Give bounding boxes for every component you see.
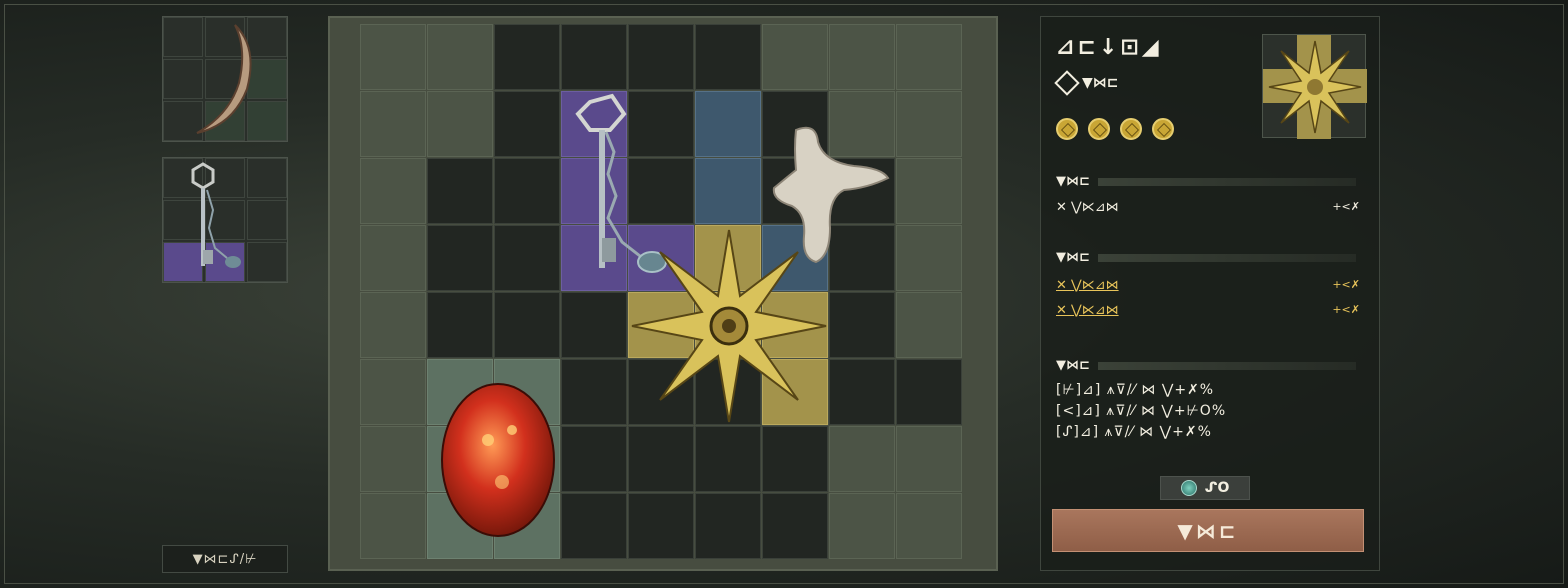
grid-cell[interactable] bbox=[829, 292, 895, 358]
bonus-line: [ᔑ]⊿] ⩚⊽/⁄ ⋈ ⋁+✗% bbox=[1056, 424, 1212, 440]
stash-tab[interactable]: ▼⋈⊏ᔑ/⊬ bbox=[162, 545, 288, 573]
grid-cell[interactable] bbox=[561, 426, 627, 492]
grid-cell[interactable] bbox=[762, 493, 828, 559]
grid-cell[interactable] bbox=[360, 359, 426, 425]
grid-cell[interactable] bbox=[427, 225, 493, 291]
grid-cell[interactable] bbox=[494, 158, 560, 224]
grid-cell[interactable] bbox=[695, 426, 761, 492]
hourglass-icon bbox=[1054, 70, 1080, 96]
gem-icon bbox=[1180, 480, 1197, 496]
section-header: ▼⋈⊏ bbox=[1056, 250, 1356, 265]
section-header: ▼⋈⊏ bbox=[1056, 174, 1356, 189]
cost-display: ᔑO bbox=[1160, 476, 1250, 500]
item-preview-sickle[interactable] bbox=[162, 16, 288, 142]
orb-icon[interactable] bbox=[440, 380, 558, 540]
grid-cell[interactable] bbox=[427, 292, 493, 358]
grid-cell[interactable] bbox=[360, 158, 426, 224]
star-relic-icon bbox=[1268, 40, 1362, 134]
item-title: ⊿⊏↓⊡◢ bbox=[1056, 35, 1162, 60]
grid-cell[interactable] bbox=[829, 359, 895, 425]
grid-cell[interactable] bbox=[896, 158, 962, 224]
grid-cell[interactable] bbox=[896, 91, 962, 157]
grid-cell[interactable] bbox=[829, 493, 895, 559]
grid-cell[interactable] bbox=[427, 91, 493, 157]
grid-cell[interactable] bbox=[762, 24, 828, 90]
grid-cell[interactable] bbox=[896, 359, 962, 425]
grid-cell[interactable] bbox=[360, 91, 426, 157]
grid-cell[interactable] bbox=[494, 91, 560, 157]
key-icon bbox=[191, 162, 241, 268]
grid-cell[interactable] bbox=[360, 493, 426, 559]
grid-cell[interactable] bbox=[561, 359, 627, 425]
stat-row[interactable]: ✕ ⋁⋉⊿⋈ +<✗ bbox=[1056, 278, 1360, 293]
coin-icon bbox=[1120, 118, 1142, 140]
stat-row: ✕ ⋁⋉⊿⋈ +<✗ bbox=[1056, 200, 1360, 215]
grid-cell[interactable] bbox=[695, 493, 761, 559]
grid-cell[interactable] bbox=[494, 225, 560, 291]
grid-cell[interactable] bbox=[896, 493, 962, 559]
cost-value: ᔑO bbox=[1204, 480, 1230, 496]
grid-cell[interactable] bbox=[762, 426, 828, 492]
bonus-list: [⊬]⊿] ⩚⊽/⁄ ⋈ ⋁+✗% [<]⊿] ⩚⊽/⁄ ⋈ ⋁+⊬O% [ᔑ]… bbox=[1056, 380, 1226, 443]
rarity-coins bbox=[1056, 118, 1174, 140]
coin-icon bbox=[1152, 118, 1174, 140]
grid-cell[interactable] bbox=[896, 24, 962, 90]
grid-cell[interactable] bbox=[427, 158, 493, 224]
section-header: ▼⋈⊏ bbox=[1056, 358, 1356, 373]
grid-cell[interactable] bbox=[360, 292, 426, 358]
stat-row[interactable]: ✕ ⋁⋉⊿⋈ +<✗ bbox=[1056, 303, 1360, 318]
item-preview-key[interactable] bbox=[162, 157, 288, 283]
grid-cell[interactable] bbox=[360, 24, 426, 90]
grid-cell[interactable] bbox=[829, 426, 895, 492]
item-thumbnail bbox=[1262, 34, 1367, 139]
grid-cell[interactable] bbox=[494, 24, 560, 90]
sickle-icon bbox=[196, 24, 252, 134]
item-subtype: ▼⋈⊏ bbox=[1054, 70, 1119, 96]
grid-cell[interactable] bbox=[628, 426, 694, 492]
grid-cell[interactable] bbox=[494, 292, 560, 358]
grid-cell[interactable] bbox=[695, 24, 761, 90]
item-subtype-label: ▼⋈⊏ bbox=[1082, 75, 1119, 91]
star-relic-icon[interactable] bbox=[628, 226, 830, 426]
grid-cell[interactable] bbox=[829, 24, 895, 90]
coin-icon bbox=[1088, 118, 1110, 140]
grid-cell[interactable] bbox=[561, 24, 627, 90]
grid-cell[interactable] bbox=[360, 225, 426, 291]
bonus-line: [<]⊿] ⩚⊽/⁄ ⋈ ⋁+⊬O% bbox=[1056, 403, 1227, 419]
grid-cell[interactable] bbox=[561, 493, 627, 559]
grid-cell[interactable] bbox=[360, 426, 426, 492]
grid-cell[interactable] bbox=[695, 158, 761, 224]
bonus-line: [⊬]⊿] ⩚⊽/⁄ ⋈ ⋁+✗% bbox=[1056, 382, 1215, 398]
grid-cell[interactable] bbox=[695, 91, 761, 157]
grid-cell[interactable] bbox=[628, 24, 694, 90]
grid-cell[interactable] bbox=[896, 426, 962, 492]
coin-icon bbox=[1056, 118, 1078, 140]
grid-cell[interactable] bbox=[628, 493, 694, 559]
action-button[interactable]: ▼⋈⊏ bbox=[1052, 509, 1364, 552]
grid-cell[interactable] bbox=[561, 292, 627, 358]
grid-cell[interactable] bbox=[896, 292, 962, 358]
grid-cell[interactable] bbox=[896, 225, 962, 291]
grid-cell[interactable] bbox=[427, 24, 493, 90]
